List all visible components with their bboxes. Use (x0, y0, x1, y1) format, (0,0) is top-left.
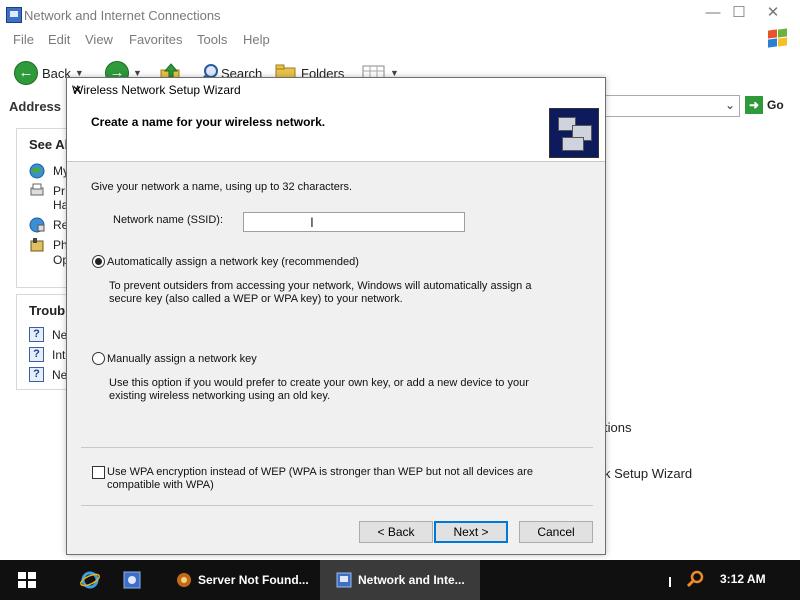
text-cursor-icon: I (310, 214, 314, 230)
menu-help[interactable]: Help (243, 32, 270, 47)
separator (81, 447, 593, 448)
menu-edit[interactable]: Edit (48, 32, 70, 47)
task-label: Network and Inte... (358, 573, 465, 587)
menu-file[interactable]: File (13, 32, 34, 47)
next-button[interactable]: Next > (434, 521, 508, 543)
menu-bar: File Edit View Favorites Tools Help (0, 30, 800, 50)
network-folder-icon (336, 572, 352, 588)
auto-key-description: To prevent outsiders from accessing your… (109, 280, 532, 292)
wpa-label[interactable]: Use WPA encryption instead of WEP (WPA i… (107, 466, 533, 479)
dialog-close-button[interactable]: ✕ (72, 83, 593, 97)
side-item-my-network[interactable]: My (29, 163, 69, 179)
explorer-title: Network and Internet Connections (24, 8, 221, 23)
task-text-fragment[interactable]: tions (604, 420, 631, 435)
troubleshooters-panel: Trouble ? Ne ? Int ? Ne (16, 294, 76, 390)
wpa-label[interactable]: compatible with WPA) (107, 479, 214, 492)
wpa-checkbox[interactable] (92, 466, 105, 479)
menu-view[interactable]: View (85, 32, 113, 47)
explorer-titlebar: Network and Internet Connections — ☐ ✕ (0, 0, 800, 30)
dialog-header-text: Create a name for your wireless network. (91, 115, 326, 129)
help-question-icon: ? (29, 367, 44, 382)
address-field[interactable]: ⌄ (600, 95, 740, 117)
ssid-input[interactable]: I (243, 212, 465, 232)
internet-explorer-icon[interactable] (80, 570, 100, 590)
phone-icon (30, 238, 44, 252)
see-also-heading: See Al (29, 137, 69, 152)
side-item-phone[interactable]: Ph (29, 237, 68, 253)
help-question-icon: ? (29, 327, 44, 342)
dialog-header: Create a name for your wireless network. (67, 102, 605, 162)
taskbar-task-server-not-found[interactable]: Server Not Found... (168, 560, 310, 600)
troubleshooter-label: Int (52, 347, 66, 362)
go-button[interactable]: ➜ Go (745, 96, 784, 114)
see-also-panel: See Al My Pr Ha Re Ph Op (16, 128, 69, 288)
help-question-icon: ? (29, 347, 44, 362)
globe-icon (29, 163, 45, 179)
auto-key-radio[interactable] (92, 255, 105, 268)
manual-key-label[interactable]: Manually assign a network key (107, 353, 257, 366)
network-globe-icon (29, 217, 45, 233)
wireless-computers-icon (549, 108, 599, 158)
auto-key-description: secure key (also called a WEP or WPA key… (109, 293, 403, 305)
dialog-titlebar: Wireless Network Setup Wizard ✕ (67, 78, 605, 102)
printer-icon (30, 183, 44, 196)
side-item-printers[interactable]: Pr (29, 183, 65, 199)
go-label: Go (767, 98, 784, 112)
windows-logo-icon (766, 28, 788, 48)
close-button[interactable]: ✕ (758, 4, 788, 24)
task-setup-wizard-link[interactable]: k Setup Wizard (604, 466, 692, 481)
troubleshooter-item[interactable]: ? Ne (29, 327, 67, 342)
manual-key-description: Use this option if you would prefer to c… (109, 377, 529, 389)
search-icon[interactable] (686, 570, 704, 588)
task-label: Server Not Found... (198, 573, 309, 587)
address-dropdown-icon[interactable]: ⌄ (725, 98, 735, 112)
go-arrow-icon: ➜ (745, 96, 763, 114)
firefox-icon (177, 573, 191, 587)
menu-tools[interactable]: Tools (197, 32, 227, 47)
start-button[interactable] (18, 572, 36, 588)
network-folder-icon (6, 7, 22, 23)
network-connections-icon[interactable] (122, 570, 142, 590)
taskbar: Server Not Found... Network and Inte... … (0, 560, 800, 600)
auto-key-label[interactable]: Automatically assign a network key (reco… (107, 256, 359, 269)
address-label: Address (9, 99, 62, 114)
taskbar-task-network-connections[interactable]: Network and Inte... (320, 560, 480, 600)
menu-favorites[interactable]: Favorites (129, 32, 182, 47)
cancel-button[interactable]: Cancel (519, 521, 593, 543)
side-item-remote[interactable]: Re (29, 217, 68, 233)
separator (81, 505, 593, 506)
back-button-dialog[interactable]: < Back (359, 521, 433, 543)
tray-indicator (669, 577, 671, 587)
clock[interactable]: 3:12 AM (720, 572, 766, 586)
ssid-label: Network name (SSID): (113, 214, 224, 226)
maximize-button[interactable]: ☐ (724, 4, 754, 24)
manual-key-radio[interactable] (92, 352, 105, 365)
wireless-setup-dialog: Wireless Network Setup Wizard ✕ Create a… (66, 77, 606, 555)
manual-key-description: existing wireless networking using an ol… (109, 390, 331, 402)
troubleshooter-item[interactable]: ? Int (29, 347, 65, 362)
side-item-label: Pr (53, 184, 65, 198)
back-arrow-icon: ← (14, 61, 38, 85)
troubleshooter-item[interactable]: ? Ne (29, 367, 67, 382)
ssid-instructions: Give your network a name, using up to 32… (91, 181, 353, 193)
